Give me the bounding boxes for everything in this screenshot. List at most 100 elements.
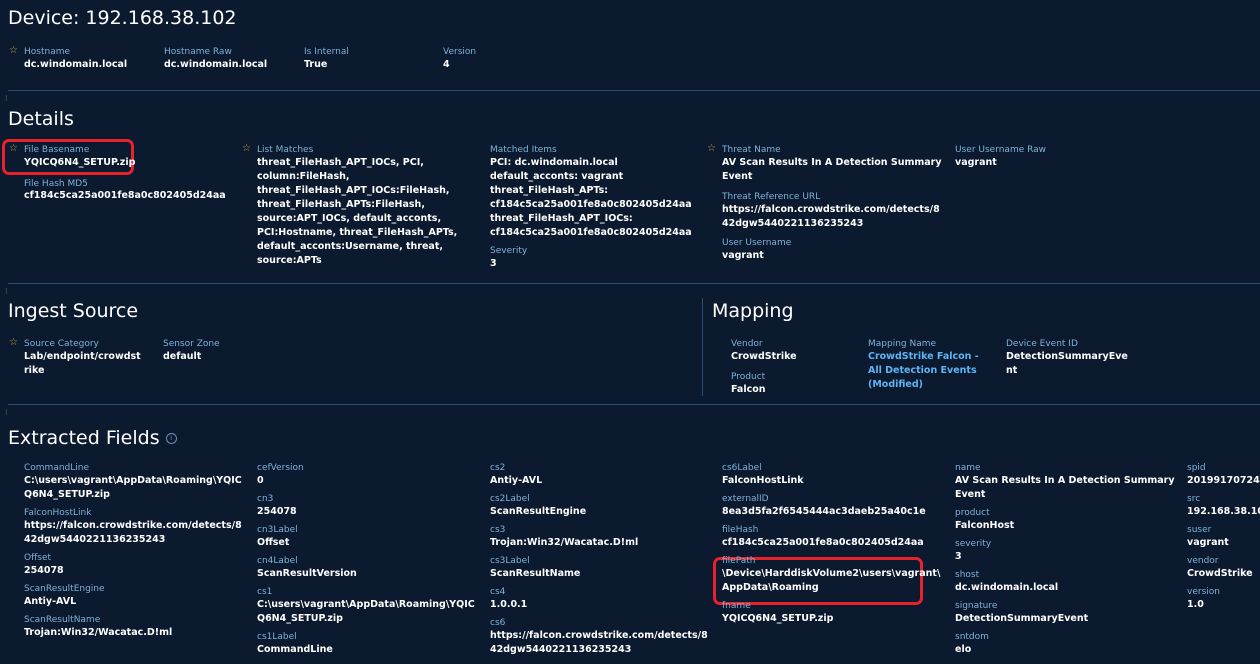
list-matches-line: PCI:Hostname, threat_FileHash_APTs, (257, 227, 458, 238)
extracted-field-line: cf184c5ca25a001fe8a0c802405d24aa (722, 537, 924, 548)
extracted-field-line: 254078 (24, 565, 64, 576)
extracted-field-line: 254078 (257, 506, 297, 517)
mapping-name-line[interactable]: All Detection Events (868, 364, 988, 378)
matched-items-line: threat_FileHash_APT_IOCs: (490, 213, 633, 224)
collapse-handle[interactable]: ⁝ (5, 94, 8, 103)
severity-value: 3 (490, 258, 497, 269)
details-title: Details (8, 108, 74, 130)
page-title: Device: 192.168.38.102 (8, 7, 237, 29)
extracted-field-line: 42dgw5440221136235243 (490, 644, 632, 655)
extracted-field-label: ScanResultName (24, 615, 101, 625)
extracted-field-value: CommandLine (257, 643, 477, 657)
extracted-field-line: \Device\HarddiskVolume2\users\vagrant\ (722, 568, 941, 579)
threat-reference-url-line[interactable]: https://falcon.crowdstrike.com/detects/8 (722, 203, 942, 217)
extracted-field-label: filePath (722, 556, 756, 566)
extracted-field-line: C:\users\vagrant\AppData\Roaming\YQIC (257, 599, 475, 610)
extracted-field-line: 42dgw5440221136235243 (24, 534, 166, 545)
matched-items-value: PCI: dc.windomain.local default_acconts:… (490, 156, 700, 240)
threat-reference-url-label: Threat Reference URL (722, 192, 821, 202)
mapping-name-line[interactable]: CrowdStrike Falcon - (868, 350, 988, 364)
threat-name-label: Threat Name (722, 145, 781, 155)
extracted-field-label: cs2 (490, 463, 506, 473)
extracted-field-line: Q6N4_SETUP.zip (24, 489, 110, 500)
extracted-field-line: Antiy-AVL (24, 596, 77, 607)
matched-items-line: cf184c5ca25a001fe8a0c802405d24aa (490, 199, 692, 210)
vendor-label: Vendor (731, 339, 763, 349)
extracted-field-value: ScanResultVersion (257, 567, 477, 581)
extracted-field-value: Antiy-AVL (490, 474, 710, 488)
extracted-field-label: suser (1187, 525, 1212, 535)
extracted-field-label: cs1 (257, 587, 273, 597)
list-matches-line: source:APTs (257, 255, 322, 266)
source-category-value: Lab/endpoint/crowdst rike (24, 350, 144, 378)
extracted-field-line: https://falcon.crowdstrike.com/detects/8 (490, 630, 708, 641)
extracted-field-label: fileHash (722, 525, 759, 535)
extracted-field-value: CrowdStrike (1187, 567, 1260, 581)
matched-items-line: default_acconts: vagrant (490, 171, 624, 182)
extracted-field-line: vagrant (1187, 537, 1229, 548)
star-icon[interactable]: ☆ (242, 143, 251, 154)
list-matches-line: threat_FileHash_APT_IOCs:FileHash, (257, 185, 450, 196)
product-label: Product (731, 372, 766, 382)
device-event-id-label: Device Event ID (1006, 339, 1078, 349)
extracted-field-value: Offset (257, 536, 477, 550)
extracted-field-value: elo (955, 643, 1175, 657)
star-icon[interactable]: ☆ (9, 337, 18, 348)
extracted-fields-title: Extracted Fields i (8, 427, 177, 449)
extracted-field-line: CrowdStrike (1187, 568, 1253, 579)
list-matches-line: column:FileHash, (257, 171, 350, 182)
threat-reference-url-value[interactable]: https://falcon.crowdstrike.com/detects/8… (722, 203, 942, 231)
extracted-field-value: C:\users\vagrant\AppData\Roaming\YQIC Q6N… (257, 598, 477, 626)
extracted-field-label: Offset (24, 553, 52, 563)
extracted-field-label: ScanResultEngine (24, 584, 105, 594)
collapse-handle[interactable]: ⁝ (5, 408, 8, 417)
extracted-field-value: Trojan:Win32/Wacatac.D!ml (490, 536, 710, 550)
threat-reference-url-line[interactable]: 42dgw5440221136235243 (722, 217, 942, 231)
extracted-fields-title-text: Extracted Fields (8, 427, 160, 449)
mapping-name-line[interactable]: (Modified) (868, 378, 988, 392)
extracted-field-label: CommandLine (24, 463, 90, 473)
device-event-id-line: DetectionSummaryEve (1006, 351, 1128, 362)
list-matches-line: source:APT_IOCs, default_acconts, (257, 213, 442, 224)
extracted-field-label: src (1187, 494, 1201, 504)
user-username-raw-value: vagrant (955, 157, 997, 168)
extracted-field-value: 192.168.38.102 (1187, 505, 1260, 519)
extracted-field-line: YQICQ6N4_SETUP.zip (722, 613, 834, 624)
extracted-field-label: externalID (722, 494, 769, 504)
version-value: 4 (443, 59, 450, 70)
star-icon[interactable]: ☆ (707, 143, 716, 154)
extracted-field-label: name (955, 463, 981, 473)
divider (8, 90, 1260, 91)
extracted-field-label: version (1187, 587, 1220, 597)
star-icon[interactable]: ☆ (9, 45, 18, 56)
collapse-handle[interactable]: ⁝ (5, 287, 8, 296)
extracted-field-label: product (955, 508, 990, 518)
section-divider (702, 298, 703, 396)
extracted-field-line: FalconHostLink (722, 475, 804, 486)
star-icon[interactable]: ☆ (9, 143, 18, 154)
extracted-field-label: cn3Label (257, 525, 298, 535)
extracted-field-line: 1.0 (1187, 599, 1204, 610)
extracted-field-value: 0 (257, 474, 477, 488)
extracted-field-line: 8ea3d5fa2f6545444ac3daeb25a40c1e (722, 506, 926, 517)
extracted-field-label: sntdom (955, 632, 989, 642)
extracted-field-line: FalconHost (955, 520, 1015, 531)
extracted-field-value: 8ea3d5fa2f6545444ac3daeb25a40c1e (722, 505, 942, 519)
sensor-zone-value: default (163, 351, 202, 362)
extracted-field-value: Trojan:Win32/Wacatac.D!ml (24, 626, 244, 640)
mapping-name-link[interactable]: CrowdStrike Falcon - All Detection Event… (868, 350, 988, 392)
divider (8, 404, 1260, 405)
extracted-field-line: 201991707246 (1187, 475, 1260, 486)
info-icon[interactable]: i (165, 433, 177, 444)
extracted-field-value: vagrant (1187, 536, 1260, 550)
hostname-raw-value: dc.windomain.local (164, 59, 268, 70)
mapping-title: Mapping (712, 300, 794, 322)
user-username-label: User Username (722, 238, 792, 248)
extracted-field-label: cs3 (490, 525, 506, 535)
extracted-field-line: https://falcon.crowdstrike.com/detects/8 (24, 520, 242, 531)
extracted-field-value: ScanResultName (490, 567, 710, 581)
extracted-field-label: vendor (1187, 556, 1219, 566)
file-hash-md5-value: cf184c5ca25a001fe8a0c802405d24aa (24, 190, 226, 201)
extracted-field-label: severity (955, 539, 992, 549)
extracted-field-line: 3 (955, 551, 962, 562)
